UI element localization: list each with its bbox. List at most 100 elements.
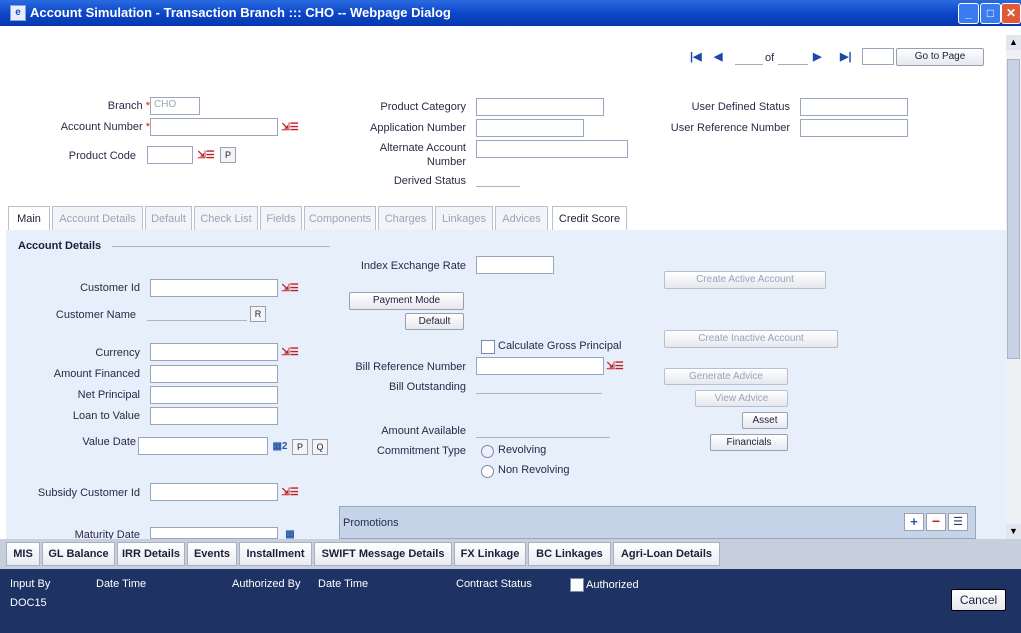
value-date-q-button[interactable]: Q [312, 439, 328, 455]
tab-components[interactable]: Components [304, 206, 376, 230]
amount-available-field [476, 437, 610, 438]
product-p-button[interactable]: P [220, 147, 236, 163]
next-page-icon[interactable]: ▶ [813, 50, 821, 65]
value-date-input[interactable] [138, 437, 268, 455]
loan-to-value-input[interactable] [150, 407, 278, 425]
bc-linkages-button[interactable]: BC Linkages [528, 542, 611, 566]
tab-main[interactable]: Main [8, 206, 50, 230]
customer-id-lov-icon[interactable]: ⇲☰ [280, 281, 300, 297]
product-code-input[interactable] [147, 146, 193, 164]
minimize-button[interactable]: _ [958, 3, 979, 24]
user-defined-status-label: User Defined Status [691, 101, 790, 113]
agri-loan-details-button[interactable]: Agri-Loan Details [613, 542, 720, 566]
tab-linkages[interactable]: Linkages [435, 206, 493, 230]
maturity-calendar-icon[interactable]: ▦ [280, 527, 300, 540]
bill-reference-number-input[interactable] [476, 357, 604, 375]
payment-mode-button[interactable]: Payment Mode [349, 292, 464, 310]
scroll-thumb[interactable] [1007, 59, 1020, 359]
gl-balance-button[interactable]: GL Balance [42, 542, 115, 566]
non-revolving-radio[interactable] [481, 465, 494, 478]
currency-label: Currency [95, 347, 140, 359]
add-row-icon[interactable]: + [904, 513, 924, 531]
user-reference-number-input[interactable] [800, 119, 908, 137]
tab-advices[interactable]: Advices [495, 206, 548, 230]
branch-field: CHO [150, 97, 200, 115]
fx-linkage-button[interactable]: FX Linkage [454, 542, 526, 566]
input-by-label: Input By [10, 578, 51, 590]
tab-check-list[interactable]: Check List [194, 206, 258, 230]
account-number-input[interactable] [150, 118, 278, 136]
bill-reference-lov-icon[interactable]: ⇲☰ [605, 359, 625, 375]
calculate-gross-principal-label: Calculate Gross Principal [498, 340, 622, 352]
alternate-account-input[interactable] [476, 140, 628, 158]
subsidy-customer-id-label: Subsidy Customer Id [37, 487, 140, 499]
delete-row-icon[interactable]: − [926, 513, 946, 531]
value-date-p-button[interactable]: P [292, 439, 308, 455]
last-page-icon[interactable]: ▶| [840, 50, 852, 65]
maturity-date-label: Maturity Date [74, 529, 140, 539]
contract-status-label: Contract Status [456, 578, 532, 590]
scroll-down-arrow-icon[interactable]: ▼ [1006, 524, 1021, 539]
amount-financed-input[interactable] [150, 365, 278, 383]
tab-account-details[interactable]: Account Details [52, 206, 143, 230]
non-revolving-label: Non Revolving [498, 464, 570, 476]
customer-id-label: Customer Id [80, 282, 140, 294]
product-code-lov-icon[interactable]: ⇲☰ [196, 148, 216, 164]
subsidy-customer-lov-icon[interactable]: ⇲☰ [280, 485, 300, 501]
customer-r-button[interactable]: R [250, 306, 266, 322]
maximize-button[interactable]: □ [980, 3, 1001, 24]
authorized-label: Authorized [586, 579, 639, 591]
input-by-value: DOC15 [10, 597, 47, 609]
create-inactive-account-button[interactable]: Create Inactive Account [664, 330, 838, 348]
create-active-account-button[interactable]: Create Active Account [664, 271, 826, 289]
irr-details-button[interactable]: IRR Details [117, 542, 185, 566]
view-advice-button[interactable]: View Advice [695, 390, 788, 407]
cancel-button[interactable]: Cancel [951, 589, 1006, 611]
authorized-checkbox [570, 578, 584, 592]
prev-page-icon[interactable]: ◀ [714, 50, 722, 65]
title-bar: e Account Simulation - Transaction Branc… [0, 0, 1021, 26]
currency-input[interactable] [150, 343, 278, 361]
amount-financed-label: Amount Financed [53, 368, 140, 380]
net-principal-field [150, 386, 278, 404]
bill-reference-number-label: Bill Reference Number [355, 361, 466, 373]
close-button[interactable]: ✕ [1001, 3, 1021, 24]
installment-button[interactable]: Installment [239, 542, 312, 566]
application-number-input[interactable] [476, 119, 584, 137]
customer-id-input[interactable] [150, 279, 278, 297]
account-number-lov-icon[interactable]: ⇲☰ [280, 120, 300, 136]
customer-name-field [147, 320, 247, 321]
ie-icon: e [10, 5, 26, 21]
subsidy-customer-id-input[interactable] [150, 483, 278, 501]
single-view-icon[interactable]: ☰ [948, 513, 968, 531]
tab-charges[interactable]: Charges [378, 206, 433, 230]
asset-button[interactable]: Asset [742, 412, 788, 429]
calendar-icon[interactable]: ▦2 [270, 439, 290, 455]
tab-fields[interactable]: Fields [260, 206, 302, 230]
vertical-scrollbar[interactable]: ▲ ▼ [1006, 35, 1021, 539]
product-category-field [476, 98, 604, 116]
revolving-radio[interactable] [481, 445, 494, 458]
mis-button[interactable]: MIS [6, 542, 40, 566]
financials-button[interactable]: Financials [710, 434, 788, 451]
user-defined-status-field [800, 98, 908, 116]
scroll-up-arrow-icon[interactable]: ▲ [1006, 35, 1021, 50]
index-exchange-rate-input[interactable] [476, 256, 554, 274]
swift-message-details-button[interactable]: SWIFT Message Details [314, 542, 452, 566]
events-button[interactable]: Events [187, 542, 237, 566]
branch-label: Branch * [107, 100, 150, 112]
currency-lov-icon[interactable]: ⇲☰ [280, 345, 300, 361]
tab-default[interactable]: Default [145, 206, 192, 230]
go-to-page-input[interactable] [862, 48, 894, 65]
default-button[interactable]: Default [405, 313, 464, 330]
calculate-gross-principal-checkbox[interactable] [481, 340, 495, 354]
application-number-label: Application Number [370, 122, 466, 134]
amount-available-label: Amount Available [381, 425, 466, 437]
product-code-label: Product Code [68, 150, 136, 162]
first-page-icon[interactable]: |◀ [690, 50, 702, 65]
generate-advice-button[interactable]: Generate Advice [664, 368, 788, 385]
tab-credit-score[interactable]: Credit Score [552, 206, 627, 230]
maturity-date-input[interactable] [150, 527, 278, 539]
current-page-field[interactable] [735, 48, 763, 65]
go-to-page-button[interactable]: Go to Page [896, 48, 984, 66]
